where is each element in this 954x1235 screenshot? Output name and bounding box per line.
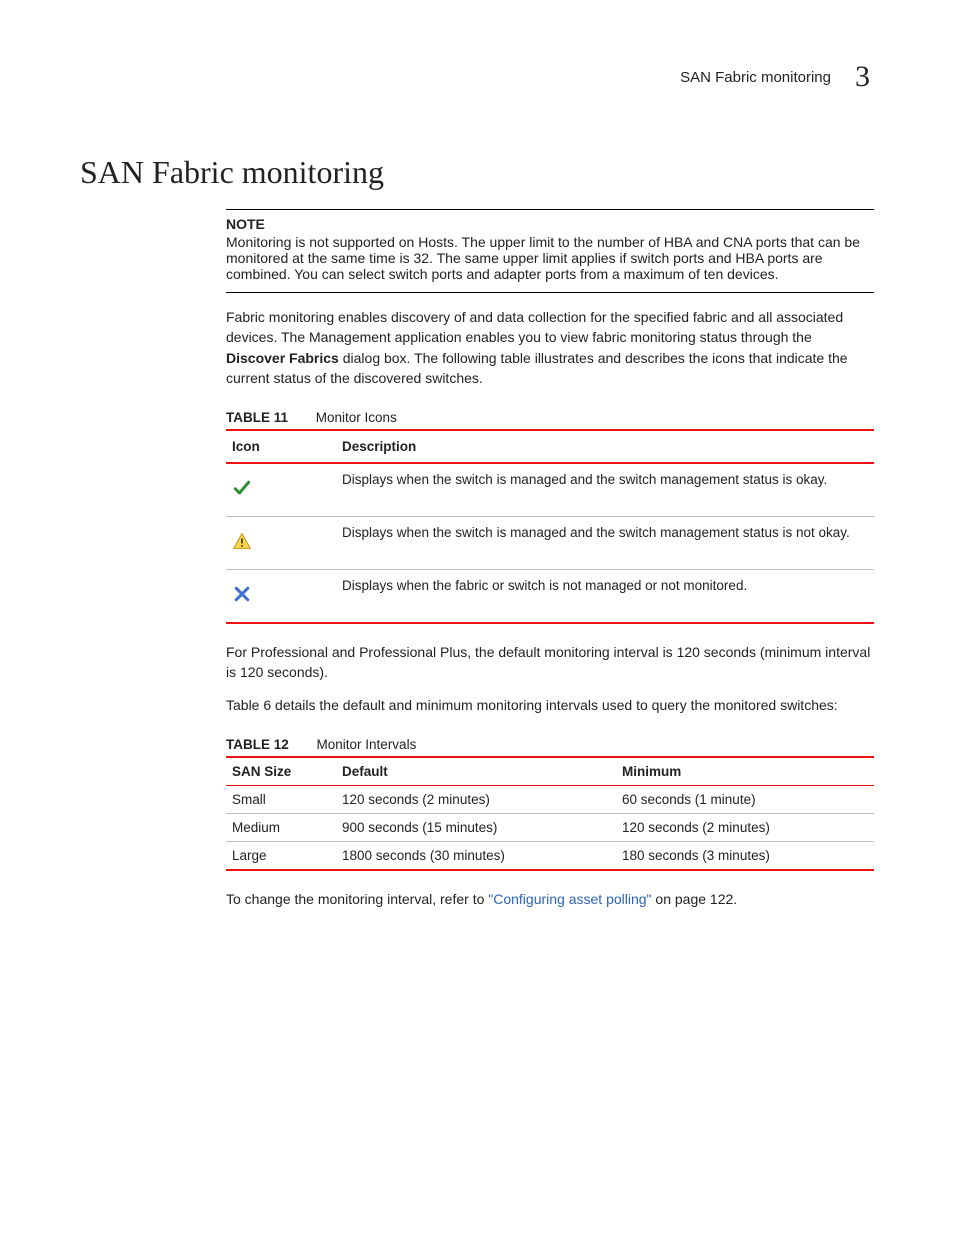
cell-default: 1800 seconds (30 minutes) — [336, 842, 616, 871]
table-monitor-intervals: SAN Size Default Minimum Small 120 secon… — [226, 756, 874, 871]
table11-col-desc: Description — [336, 430, 874, 463]
table-row: Medium 900 seconds (15 minutes) 120 seco… — [226, 814, 874, 842]
status-warn-desc: Displays when the switch is managed and … — [336, 517, 874, 570]
table-row: Small 120 seconds (2 minutes) 60 seconds… — [226, 786, 874, 814]
intro-bold: Discover Fabrics — [226, 350, 339, 366]
table-row: Displays when the fabric or switch is no… — [226, 570, 874, 624]
para-table6-ref: Table 6 details the default and minimum … — [226, 695, 874, 715]
table12-caption-num: TABLE 12 — [226, 737, 289, 752]
table-row: Large 1800 seconds (30 minutes) 180 seco… — [226, 842, 874, 871]
status-ok-desc: Displays when the switch is managed and … — [336, 463, 874, 517]
cell-size: Large — [226, 842, 336, 871]
cell-min: 180 seconds (3 minutes) — [616, 842, 874, 871]
page-title: SAN Fabric monitoring — [80, 154, 874, 191]
status-cross-desc: Displays when the fabric or switch is no… — [336, 570, 874, 624]
closing-after: on page 122. — [652, 891, 738, 907]
page: SAN Fabric monitoring 3 SAN Fabric monit… — [0, 0, 954, 1235]
table-row: Displays when the switch is managed and … — [226, 463, 874, 517]
cell-min: 60 seconds (1 minute) — [616, 786, 874, 814]
cross-icon — [232, 584, 252, 604]
table-row: Displays when the switch is managed and … — [226, 517, 874, 570]
status-cross-cell — [226, 570, 336, 624]
table11-caption-num: TABLE 11 — [226, 410, 288, 425]
note-label: NOTE — [226, 216, 874, 232]
table12-col-size: SAN Size — [226, 757, 336, 786]
para-after-t11: For Professional and Professional Plus, … — [226, 642, 874, 683]
closing-before: To change the monitoring interval, refer… — [226, 891, 488, 907]
cell-min: 120 seconds (2 minutes) — [616, 814, 874, 842]
table12-col-default: Default — [336, 757, 616, 786]
table-monitor-icons: Icon Description Displays when the switc… — [226, 429, 874, 624]
checkmark-icon — [232, 478, 252, 498]
chapter-number: 3 — [855, 60, 870, 94]
note-body: Monitoring is not supported on Hosts. Th… — [226, 234, 860, 282]
table12-col-min: Minimum — [616, 757, 874, 786]
cell-default: 900 seconds (15 minutes) — [336, 814, 616, 842]
note-block: NOTE Monitoring is not supported on Host… — [226, 209, 874, 293]
intro-paragraph: Fabric monitoring enables discovery of a… — [226, 307, 874, 388]
cell-size: Medium — [226, 814, 336, 842]
table11-caption-title: Monitor Icons — [316, 410, 397, 425]
cell-size: Small — [226, 786, 336, 814]
running-header: SAN Fabric monitoring 3 — [80, 60, 874, 94]
warning-icon — [232, 531, 252, 551]
table12-caption-title: Monitor Intervals — [317, 737, 417, 752]
running-header-text: SAN Fabric monitoring — [680, 69, 831, 86]
cell-default: 120 seconds (2 minutes) — [336, 786, 616, 814]
table11-caption: TABLE 11 Monitor Icons — [226, 410, 874, 425]
status-warn-cell — [226, 517, 336, 570]
intro-before: Fabric monitoring enables discovery of a… — [226, 309, 843, 345]
status-ok-cell — [226, 463, 336, 517]
table12-caption: TABLE 12 Monitor Intervals — [226, 737, 874, 752]
configure-asset-polling-link[interactable]: "Configuring asset polling" — [488, 891, 651, 907]
closing-paragraph: To change the monitoring interval, refer… — [226, 889, 874, 909]
table11-col-icon: Icon — [226, 430, 336, 463]
content-body: NOTE Monitoring is not supported on Host… — [226, 209, 874, 909]
